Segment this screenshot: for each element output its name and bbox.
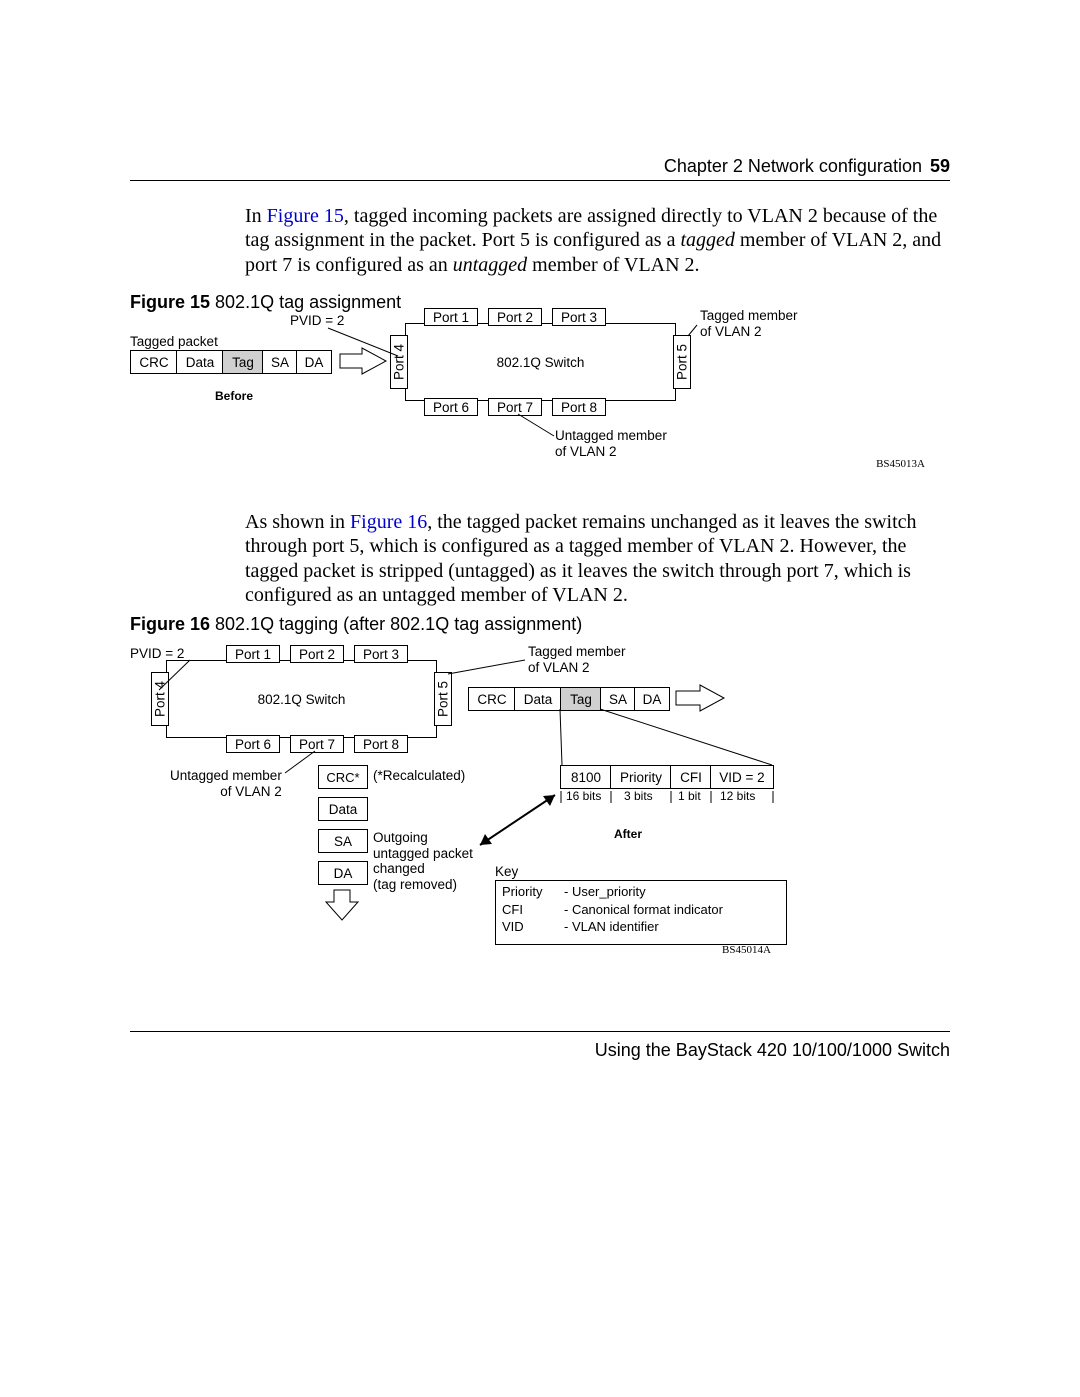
packet-crc: CRC — [130, 350, 178, 374]
port-2: Port 2 — [488, 308, 542, 326]
figure-15-diagram: PVID = 2 Tagged packet CRC Data Tag SA D… — [130, 308, 950, 478]
untagged-member-label-16: Untagged member of VLAN 2 — [170, 768, 282, 799]
untagged-sa: SA — [318, 829, 368, 853]
untagged-member-label: Untagged member of VLAN 2 — [555, 428, 667, 459]
figure-16-link[interactable]: Figure 16 — [350, 511, 427, 533]
key-title: Key — [495, 864, 518, 880]
key-box: Priority- User_priority CFI- Canonical f… — [495, 880, 787, 945]
before-label: Before — [215, 390, 253, 404]
tag-cfi: CFI — [670, 765, 712, 789]
port-6-16: Port 6 — [226, 735, 280, 753]
chapter-title: Chapter 2 Network configuration — [664, 156, 922, 176]
untagged-data: Data — [318, 797, 368, 821]
figure-16-diagram: PVID = 2 802.1Q Switch Port 1 Port 2 Por… — [130, 640, 950, 960]
port-8: Port 8 — [552, 398, 606, 416]
port-4: Port 4 — [390, 335, 408, 389]
page-number: 59 — [930, 156, 950, 176]
packet-out-sa: SA — [600, 687, 636, 711]
port-1-16: Port 1 — [226, 645, 280, 663]
key-priority-l: Priority — [502, 883, 564, 901]
tagged-member-label: Tagged member of VLAN 2 — [700, 308, 798, 339]
packet-da: DA — [296, 350, 332, 374]
untagged-crc: CRC* — [318, 765, 368, 789]
footer-rule — [130, 1031, 950, 1032]
tagged-member-label-16: Tagged member of VLAN 2 — [528, 644, 626, 675]
port-4-16: Port 4 — [151, 672, 169, 726]
figure-id: BS45013A — [876, 458, 925, 471]
untagged-da: DA — [318, 861, 368, 885]
port-2-16: Port 2 — [290, 645, 344, 663]
body-paragraph-2: As shown in Figure 16, the tagged packet… — [245, 510, 950, 608]
tagged-packet-label: Tagged packet — [130, 334, 218, 350]
figure-15-link[interactable]: Figure 15 — [267, 205, 344, 227]
tag-vid-bits: 12 bits — [720, 790, 755, 804]
figure-16-id: BS45014A — [722, 944, 771, 957]
tag-priority: Priority — [610, 765, 672, 789]
packet-out-tag: Tag — [560, 687, 602, 711]
port-7-16: Port 7 — [290, 735, 344, 753]
port-5: Port 5 — [673, 335, 691, 389]
running-header: Chapter 2 Network configuration 59 — [664, 156, 950, 177]
packet-sa: SA — [262, 350, 298, 374]
key-vid-l: VID — [502, 918, 564, 936]
outgoing-label: Outgoing untagged packet changed (tag re… — [373, 830, 473, 892]
switch-body: 802.1Q Switch — [405, 323, 676, 401]
port-5-16: Port 5 — [434, 672, 452, 726]
key-cfi-l: CFI — [502, 901, 564, 919]
key-vid-r: - VLAN identifier — [564, 918, 723, 936]
tag-cfi-bits: 1 bit — [678, 790, 701, 804]
tag-vid: VID = 2 — [710, 765, 774, 789]
port-3: Port 3 — [552, 308, 606, 326]
key-priority-r: - User_priority — [564, 883, 723, 901]
packet-data: Data — [176, 350, 224, 374]
switch-body-16: 802.1Q Switch — [166, 660, 437, 738]
footer-text: Using the BayStack 420 10/100/1000 Switc… — [595, 1040, 950, 1061]
packet-out-da: DA — [634, 687, 670, 711]
port-8-16: Port 8 — [354, 735, 408, 753]
packet-tag: Tag — [222, 350, 264, 374]
port-7: Port 7 — [488, 398, 542, 416]
port-3-16: Port 3 — [354, 645, 408, 663]
tag-tpid: 8100 — [560, 765, 612, 789]
after-label: After — [614, 828, 642, 842]
pvid-label: PVID = 2 — [290, 313, 344, 329]
header-rule — [130, 180, 950, 181]
port-1: Port 1 — [424, 308, 478, 326]
body-paragraph-1: In Figure 15, tagged incoming packets ar… — [245, 204, 950, 277]
port-6: Port 6 — [424, 398, 478, 416]
packet-out-data: Data — [514, 687, 562, 711]
packet-out-crc: CRC — [468, 687, 516, 711]
tag-priority-bits: 3 bits — [624, 790, 653, 804]
key-cfi-r: - Canonical format indicator — [564, 901, 723, 919]
recalc-label: (*Recalculated) — [373, 768, 465, 784]
figure-16-caption: Figure 16 802.1Q tagging (after 802.1Q t… — [130, 614, 582, 635]
tag-tpid-bits: 16 bits — [566, 790, 601, 804]
